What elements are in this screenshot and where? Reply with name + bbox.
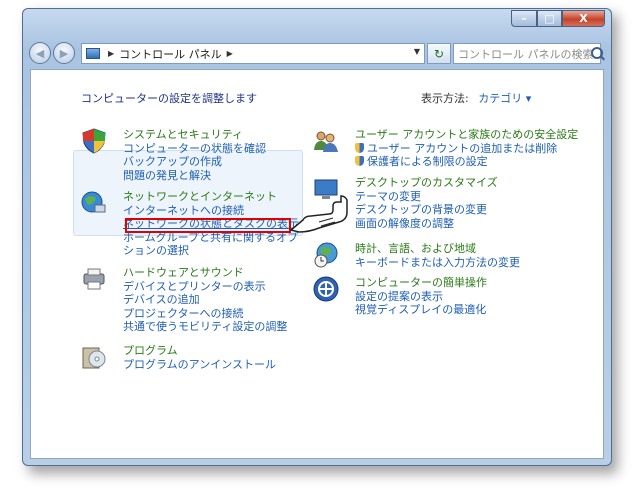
search-icon[interactable]: [591, 47, 603, 59]
breadcrumb-separator[interactable]: ▶: [108, 49, 114, 58]
pointing-hand-icon: [289, 195, 348, 233]
uac-shield-icon: [355, 156, 364, 167]
category-link[interactable]: 保護者による制限の設定: [355, 155, 615, 169]
highlight-box: [125, 218, 291, 233]
category-link[interactable]: デスクトップの背景の変更: [355, 203, 575, 217]
search-input[interactable]: コントロール パネルの検索: [453, 43, 601, 64]
breadcrumb-control-panel[interactable]: コントロール パネル: [119, 46, 222, 62]
category-link[interactable]: デバイスの追加: [123, 293, 343, 307]
category-link[interactable]: 設定の提案の表示: [355, 290, 575, 304]
clock-globe-icon: [314, 242, 338, 268]
printer-icon: [83, 268, 105, 290]
shield-icon: [82, 128, 106, 154]
main-content: コンピューターの設定を調整します 表示方法: カテゴリ ▾ システムとセキュリテ…: [30, 69, 604, 459]
maximize-button[interactable]: □: [537, 10, 562, 27]
close-button[interactable]: X: [562, 10, 605, 27]
uac-shield-icon: [355, 142, 364, 153]
ease-of-access-icon: [313, 276, 339, 302]
category-link[interactable]: デバイスとプリンターの表示: [123, 280, 343, 294]
navigation-bar: ◀ ▶ ▶ コントロール パネル ▶ ▼ ↻ コントロール パネルの検索: [29, 42, 603, 66]
category-link[interactable]: バックアップの作成: [123, 155, 343, 169]
category-link[interactable]: コンピューターの状態を確認: [123, 142, 343, 156]
control-panel-window: – □ X ◀ ▶ ▶ コントロール パネル ▶ ▼ ↻ コントロール パネルの…: [22, 8, 612, 466]
category-link[interactable]: テーマの変更: [355, 190, 575, 204]
category-heading[interactable]: コンピューターの簡単操作: [355, 276, 575, 290]
category-link[interactable]: プログラムのアンインストール: [123, 358, 343, 372]
window-controls: – □ X: [511, 10, 605, 27]
category-heading[interactable]: ユーザー アカウントと家族のための安全設定: [355, 128, 615, 142]
programs-disc-icon: [82, 347, 106, 369]
category-link[interactable]: 画面の解像度の調整: [355, 217, 575, 231]
refresh-button[interactable]: ↻: [427, 43, 451, 64]
category-heading[interactable]: 時計、言語、および地域: [355, 242, 575, 256]
category-link-label: 保護者による制限の設定: [367, 155, 488, 169]
category-link-label: ユーザー アカウントの追加または削除: [367, 141, 558, 155]
title-bar[interactable]: – □ X: [23, 9, 611, 37]
page-title: コンピューターの設定を調整します: [81, 92, 257, 105]
forward-button[interactable]: ▶: [53, 42, 75, 64]
address-dropdown-icon[interactable]: ▼: [414, 47, 420, 56]
users-icon: [314, 131, 338, 152]
category-link[interactable]: 問題の発見と解決: [123, 169, 343, 183]
category-heading[interactable]: ハードウェアとサウンド: [123, 266, 343, 280]
category-link[interactable]: ホームグループと共有に関するオプションの選択: [123, 231, 303, 258]
address-bar[interactable]: ▶ コントロール パネル ▶ ▼: [81, 43, 425, 64]
breadcrumb-separator[interactable]: ▶: [227, 49, 233, 58]
category-heading[interactable]: システムとセキュリティ: [123, 128, 343, 142]
category-link[interactable]: ユーザー アカウントの追加または削除: [355, 142, 615, 156]
view-by-label: 表示方法:: [421, 92, 469, 105]
category-link[interactable]: 視覚ディスプレイの最適化: [355, 303, 575, 317]
back-button[interactable]: ◀: [29, 42, 51, 64]
category-link[interactable]: プロジェクターへの接続: [123, 307, 343, 321]
view-by-dropdown[interactable]: カテゴリ ▾: [478, 92, 531, 105]
category-heading[interactable]: デスクトップのカスタマイズ: [355, 176, 575, 190]
control-panel-icon: [86, 48, 100, 59]
view-by: 表示方法: カテゴリ ▾: [421, 90, 531, 106]
category-link[interactable]: キーボードまたは入力方法の変更: [355, 256, 575, 270]
network-globe-icon: [81, 191, 106, 213]
category-link[interactable]: 共通で使うモビリティ設定の調整: [123, 320, 343, 334]
minimize-button[interactable]: –: [511, 10, 537, 27]
category-heading[interactable]: プログラム: [123, 344, 343, 358]
